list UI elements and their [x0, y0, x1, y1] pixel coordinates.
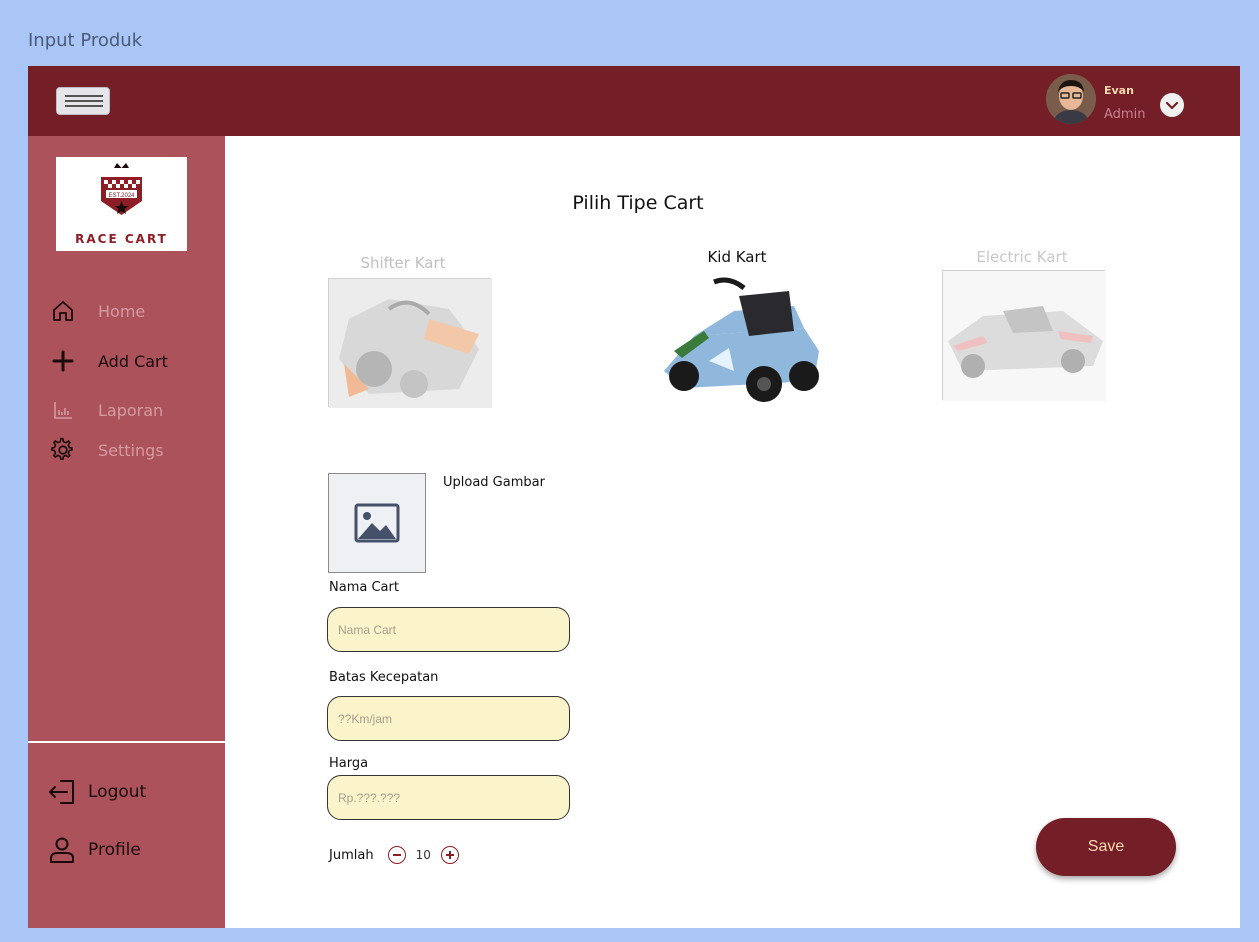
cart-type-shifter-image[interactable]	[328, 278, 492, 408]
logout-button[interactable]: Logout	[46, 776, 146, 808]
sidebar-item-home[interactable]: Home	[48, 297, 145, 325]
sidebar-item-label: Home	[98, 301, 146, 321]
sidebar-item-label: Settings	[98, 440, 164, 460]
profile-label: Profile	[88, 840, 141, 860]
quantity-value: 10	[415, 848, 431, 862]
field-label-harga: Harga	[329, 756, 369, 771]
upload-label: Upload Gambar	[443, 475, 545, 490]
plus-icon	[445, 851, 454, 859]
kid-kart-image	[664, 277, 819, 402]
field-label-batas-kecepatan: Batas Kecepatan	[329, 670, 439, 685]
avatar-image	[1046, 74, 1096, 124]
user-icon	[50, 837, 74, 863]
user-name: Evan	[1104, 84, 1134, 97]
home-icon	[48, 297, 78, 325]
top-bar: Evan Admin	[28, 66, 1240, 136]
minus-icon	[392, 854, 401, 856]
cart-type-label-kid: Kid Kart	[707, 248, 767, 266]
sidebar-item-laporan[interactable]: Laporan	[48, 396, 163, 424]
sidebar-item-add-cart[interactable]: Add Cart	[48, 347, 168, 375]
bar-chart-icon	[48, 396, 78, 424]
image-upload-box[interactable]	[328, 473, 426, 573]
profile-button[interactable]: Profile	[46, 834, 141, 866]
quantity-stepper: Jumlah 10	[329, 844, 459, 866]
logout-icon	[49, 780, 74, 804]
cart-type-electric-image[interactable]	[942, 270, 1106, 401]
decrement-button[interactable]	[387, 846, 406, 864]
plus-icon	[48, 347, 78, 375]
increment-button[interactable]	[440, 846, 459, 864]
sidebar-divider	[28, 741, 225, 743]
cart-type-kid-image[interactable]	[654, 276, 822, 406]
sidebar: EST.2024 RACE CART Home Add Cart Laporan	[28, 136, 225, 928]
app-window: Evan Admin EST.2024 RACE CART Home Add C…	[28, 66, 1240, 928]
hamburger-line	[65, 95, 103, 97]
sidebar-item-label: Add Cart	[98, 351, 168, 371]
quantity-label: Jumlah	[329, 847, 374, 863]
harga-input[interactable]	[327, 775, 570, 820]
cart-type-label-electric: Electric Kart	[976, 248, 1068, 266]
hamburger-line	[65, 105, 103, 107]
logo-badge-text: EST.2024	[108, 193, 135, 199]
logo-text: RACE CART	[75, 232, 168, 246]
user-menu-dropdown[interactable]	[1160, 93, 1184, 117]
window-title: Input Produk	[28, 30, 143, 51]
cart-type-label-shifter: Shifter Kart	[360, 254, 446, 272]
shifter-kart-image	[329, 279, 492, 408]
logo: EST.2024 RACE CART	[56, 157, 187, 251]
nama-cart-input[interactable]	[327, 607, 570, 652]
menu-toggle-button[interactable]	[56, 87, 110, 115]
logo-badge: EST.2024	[108, 193, 135, 199]
page-title: Pilih Tipe Cart	[572, 192, 704, 214]
avatar[interactable]	[1046, 74, 1096, 124]
save-button[interactable]: Save	[1036, 818, 1176, 876]
electric-kart-image	[943, 271, 1106, 401]
gear-icon	[48, 436, 78, 464]
sidebar-item-settings[interactable]: Settings	[48, 436, 164, 464]
hamburger-line	[65, 100, 103, 102]
batas-kecepatan-input[interactable]	[327, 696, 570, 741]
image-icon	[354, 503, 400, 543]
user-role: Admin	[1104, 107, 1146, 122]
sidebar-item-label: Laporan	[98, 400, 164, 420]
logout-label: Logout	[88, 782, 147, 802]
field-label-nama-cart: Nama Cart	[329, 580, 399, 595]
chevron-down-icon	[1165, 101, 1179, 110]
